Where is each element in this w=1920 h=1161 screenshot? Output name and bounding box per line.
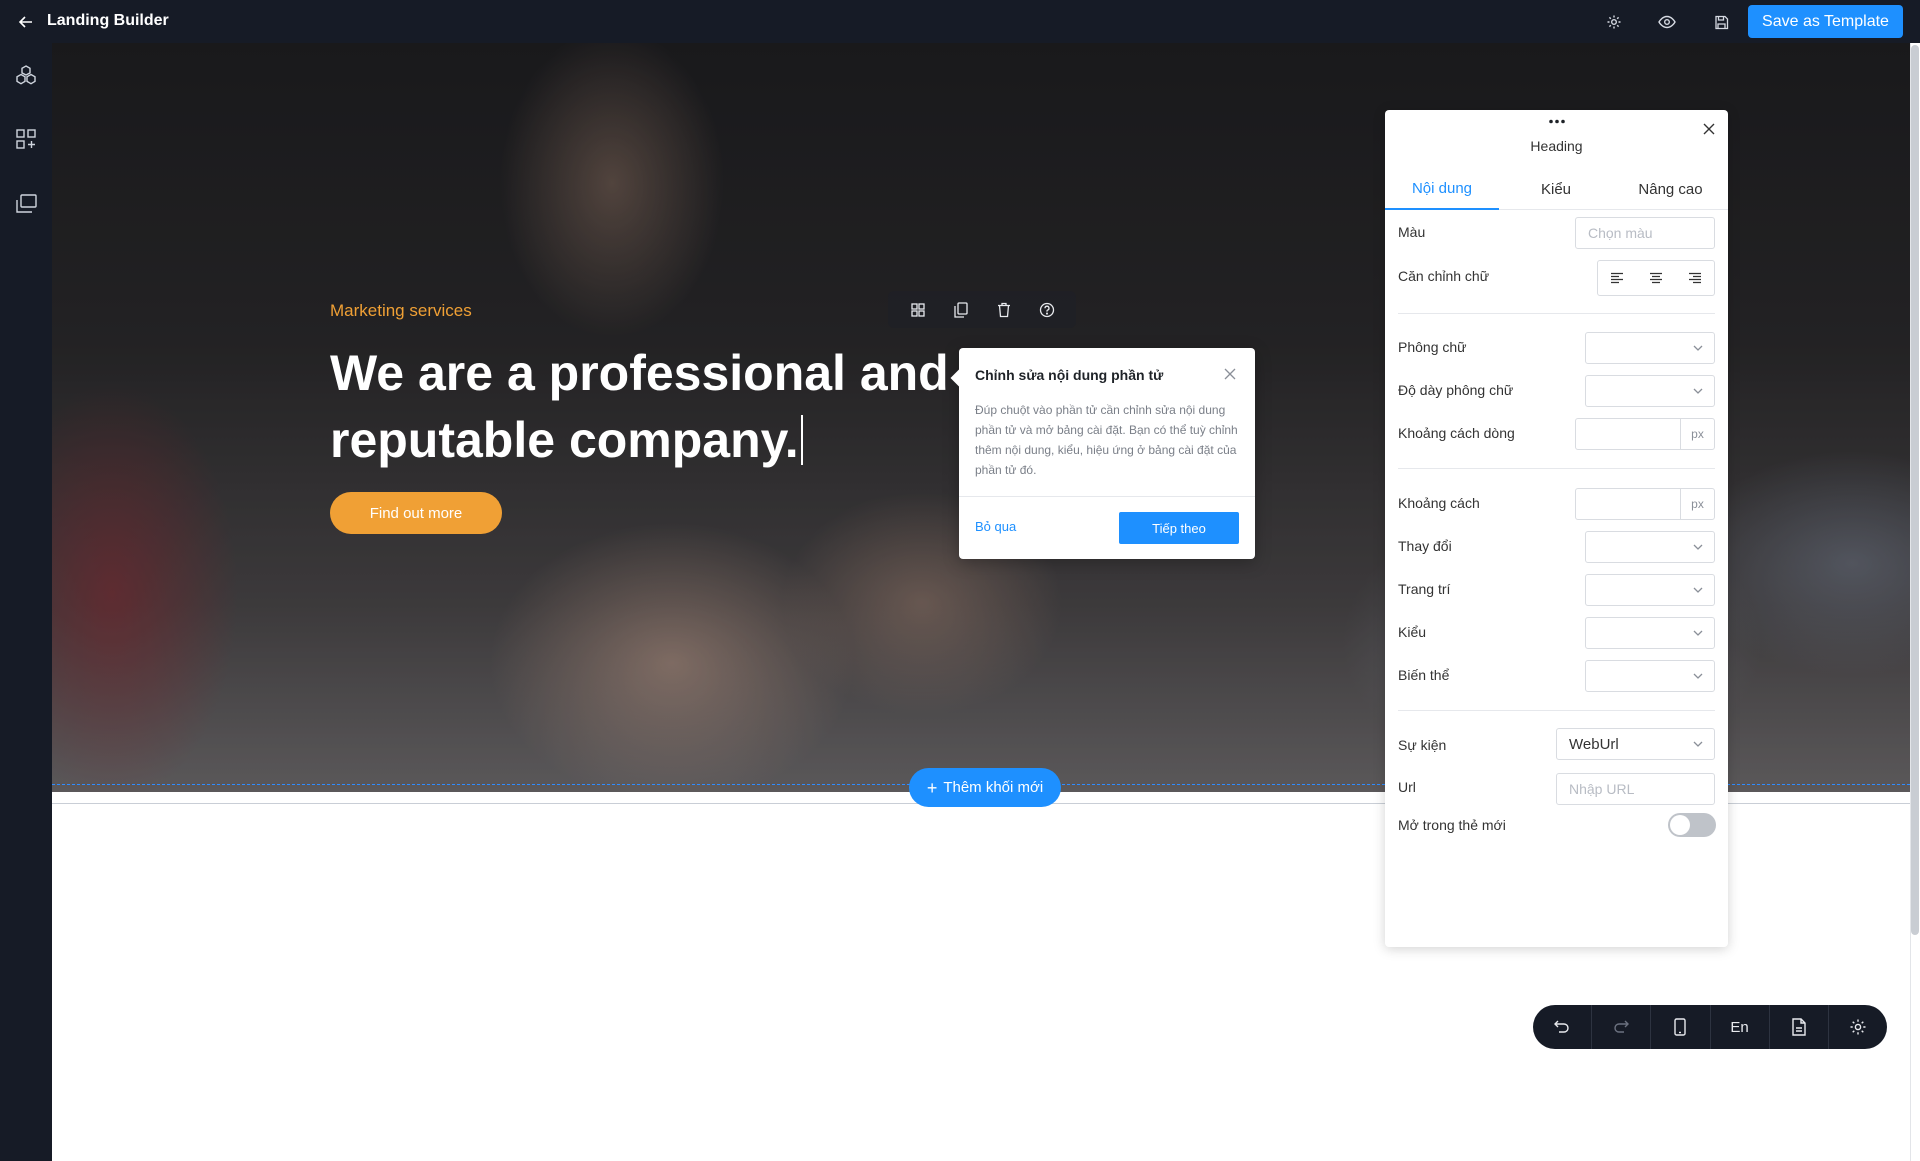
settings-panel: Heading Nội dung Kiểu Nâng cao Màu Chọn … (1385, 110, 1728, 947)
chevron-down-icon (1693, 673, 1703, 679)
find-out-more-button[interactable]: Find out more (330, 492, 502, 534)
color-label: Màu (1398, 224, 1426, 240)
chevron-down-icon (1693, 388, 1703, 394)
save-as-template-button[interactable]: Save as Template (1748, 5, 1903, 38)
next-button[interactable]: Tiếp theo (1119, 512, 1239, 544)
chevron-down-icon (1693, 544, 1703, 550)
font-style-label: Kiểu (1398, 624, 1427, 640)
back-arrow-icon[interactable] (14, 10, 38, 34)
variant-label: Biến thể (1398, 667, 1450, 683)
mobile-icon[interactable] (1651, 1005, 1711, 1049)
left-sidebar (0, 43, 52, 1161)
trash-icon[interactable] (993, 299, 1015, 321)
event-value: WebUrl (1569, 735, 1619, 753)
redo-icon[interactable] (1592, 1005, 1652, 1049)
letter-spacing-field[interactable] (1576, 489, 1680, 519)
text-align-label: Căn chỉnh chữ (1398, 268, 1490, 284)
decoration-label: Trang trí (1398, 581, 1451, 597)
top-bar: Landing Builder Save as Template (0, 0, 1920, 43)
font-style-select[interactable] (1585, 617, 1715, 649)
transform-label: Thay đổi (1398, 538, 1452, 554)
line-height-unit: px (1680, 419, 1714, 449)
gear-icon[interactable] (1829, 1005, 1887, 1049)
chevron-down-icon (1693, 741, 1703, 747)
letter-spacing-unit: px (1680, 489, 1714, 519)
grid-icon[interactable] (907, 299, 929, 321)
font-weight-label: Độ dày phông chữ (1398, 382, 1514, 398)
font-family-select[interactable] (1585, 332, 1715, 364)
line-height-label: Khoảng cách dòng (1398, 425, 1515, 441)
element-toolbar (888, 291, 1076, 328)
chevron-down-icon (1693, 630, 1703, 636)
eye-icon[interactable] (1656, 11, 1678, 33)
tab-advanced[interactable]: Nâng cao (1613, 168, 1728, 210)
text-caret (800, 415, 803, 465)
close-icon[interactable] (1700, 120, 1718, 138)
font-weight-select[interactable] (1585, 375, 1715, 407)
section-divider (1398, 710, 1715, 711)
tab-content[interactable]: Nội dung (1385, 168, 1499, 210)
panel-title: Heading (1530, 138, 1583, 154)
pages-icon[interactable] (12, 190, 40, 218)
close-icon[interactable] (1221, 365, 1239, 383)
hero-heading[interactable]: We are a professional and reputable comp… (330, 340, 970, 474)
duplicate-icon[interactable] (950, 299, 972, 321)
letter-spacing-label: Khoảng cách (1398, 495, 1480, 511)
popover-body: Đúp chuột vào phần tử cần chỉnh sửa nội … (975, 403, 1238, 477)
document-icon[interactable] (1770, 1005, 1829, 1049)
plus-icon: + (926, 777, 938, 798)
skip-link[interactable]: Bỏ qua (975, 519, 1016, 534)
chevron-down-icon (1693, 587, 1703, 593)
chevron-down-icon (1693, 345, 1703, 351)
align-right-icon[interactable] (1675, 261, 1714, 295)
blocks-icon[interactable] (12, 61, 40, 89)
add-widget-icon[interactable] (12, 125, 40, 153)
tour-popover: Chỉnh sửa nội dung phần tử Đúp chuột vào… (950, 348, 1255, 559)
transform-select[interactable] (1585, 531, 1715, 563)
open-new-tab-toggle[interactable] (1668, 813, 1716, 837)
popover-title: Chỉnh sửa nội dung phần tử (975, 367, 1164, 383)
drag-handle-icon[interactable] (1547, 116, 1567, 126)
align-left-icon[interactable] (1598, 261, 1637, 295)
open-new-tab-label: Mở trong thẻ mới (1398, 817, 1506, 833)
save-icon[interactable] (1710, 11, 1732, 33)
decoration-select[interactable] (1585, 574, 1715, 606)
hero-heading-text: We are a professional and reputable comp… (330, 345, 949, 468)
section-divider (1398, 468, 1715, 469)
url-label: Url (1398, 779, 1416, 795)
event-select[interactable]: WebUrl (1556, 728, 1715, 760)
variant-select[interactable] (1585, 660, 1715, 692)
undo-icon[interactable] (1533, 1005, 1593, 1049)
popover-divider (959, 496, 1255, 497)
align-center-icon[interactable] (1637, 261, 1676, 295)
canvas-scrollbar-thumb[interactable] (1911, 45, 1919, 935)
hero-eyebrow[interactable]: Marketing services (330, 301, 472, 321)
tab-style[interactable]: Kiểu (1499, 168, 1613, 210)
text-align-group (1597, 260, 1715, 296)
language-toggle[interactable]: En (1711, 1005, 1770, 1049)
add-block-label: Thêm khối mới (943, 779, 1044, 796)
panel-tabs: Nội dung Kiểu Nâng cao (1385, 168, 1728, 210)
gear-icon[interactable] (1603, 11, 1625, 33)
add-block-button[interactable]: + Thêm khối mới (909, 768, 1061, 807)
font-family-label: Phông chữ (1398, 339, 1467, 355)
floating-toolbar: En (1533, 1005, 1887, 1049)
line-height-field[interactable] (1576, 419, 1680, 449)
toggle-knob (1670, 815, 1690, 835)
app-title: Landing Builder (47, 12, 169, 29)
color-picker-input[interactable]: Chọn màu (1575, 217, 1715, 249)
url-input[interactable]: Nhập URL (1556, 773, 1715, 805)
section-divider (1398, 313, 1715, 314)
letter-spacing-input[interactable]: px (1575, 488, 1715, 520)
line-height-input[interactable]: px (1575, 418, 1715, 450)
event-label: Sự kiện (1398, 737, 1447, 753)
help-icon[interactable] (1036, 299, 1058, 321)
